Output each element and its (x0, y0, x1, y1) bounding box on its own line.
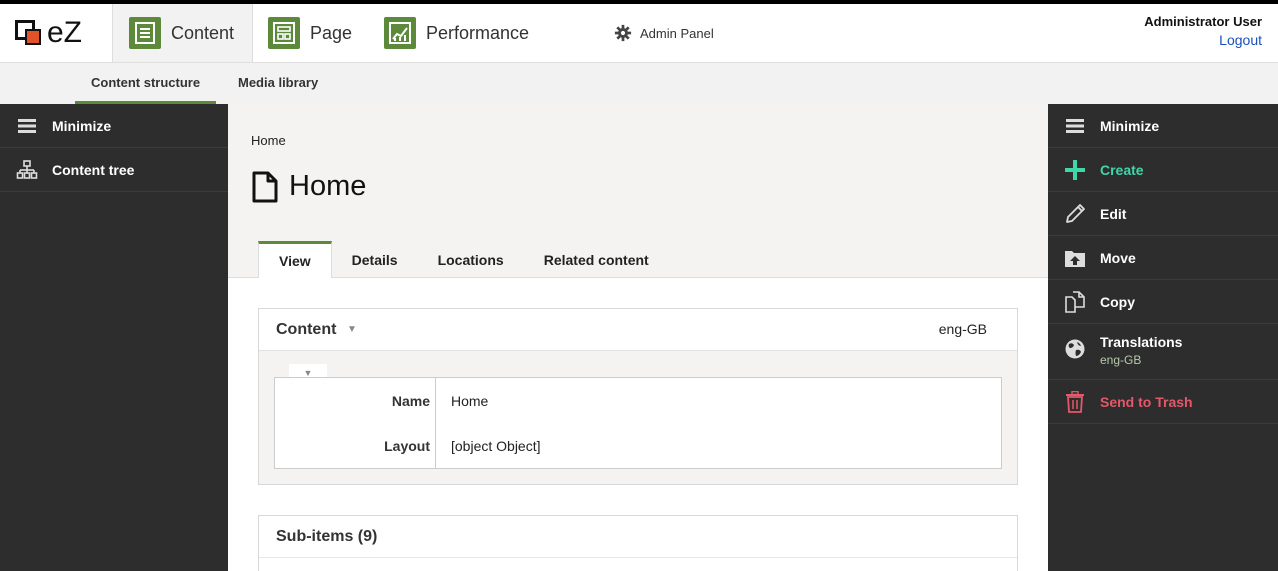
document-icon (252, 171, 278, 202)
field-value: [object Object] (451, 438, 541, 454)
field-row-layout: Layout [object Object] (275, 430, 1003, 460)
field-label: Name (391, 393, 430, 409)
language-code: eng-GB (938, 321, 987, 337)
content-tree-button[interactable]: Content tree (0, 148, 228, 192)
trash-icon (1064, 390, 1086, 413)
folder-move-icon (1064, 247, 1086, 269)
fields-table: Name Home Layout [object Object] (274, 377, 1002, 469)
breadcrumb[interactable]: Home (251, 133, 286, 148)
content-tree-label: Content tree (52, 161, 135, 178)
logo-square-orange (25, 29, 41, 45)
chevron-down-icon: ▼ (347, 324, 357, 335)
right-minimize-label: Minimize (1100, 117, 1160, 134)
copy-label: Copy (1100, 293, 1135, 310)
left-sidebar: Minimize Content tree (0, 104, 228, 571)
performance-icon (384, 17, 416, 49)
move-button[interactable]: Move (1048, 236, 1278, 280)
tab-related-content[interactable]: Related content (524, 241, 669, 278)
right-sidebar: Minimize Create Edit Move Copy Translati… (1048, 104, 1278, 571)
page-title: Home (289, 170, 367, 202)
nav-tab-label: Performance (426, 22, 530, 43)
admin-panel-link[interactable]: Admin Panel (614, 24, 714, 42)
tab-content-area: Content ▼ eng-GB ▼ Name Home Layout [obj… (228, 278, 1048, 571)
pencil-icon (1064, 203, 1086, 225)
ez-logo[interactable]: eZ (14, 16, 94, 50)
logo-text: eZ (47, 16, 83, 49)
page-title-row: Home (251, 170, 366, 203)
main-content: Home Home View Details Locations Related… (228, 104, 1048, 571)
nav-tab-label: Content (171, 22, 235, 43)
tree-icon (16, 159, 38, 181)
field-label: Layout (384, 438, 430, 454)
gear-icon (614, 24, 632, 42)
tab-details[interactable]: Details (332, 241, 418, 278)
left-minimize-label: Minimize (52, 117, 112, 134)
subitems-panel: Sub-items (9) (258, 515, 1018, 571)
content-panel-title: Content (276, 321, 337, 338)
tab-locations[interactable]: Locations (418, 241, 524, 278)
nav-tab-label: Page (310, 22, 353, 43)
globe-icon (1064, 338, 1086, 360)
send-to-trash-button[interactable]: Send to Trash (1048, 380, 1278, 424)
field-row-name: Name Home (275, 385, 1003, 415)
tab-view[interactable]: View (258, 241, 332, 278)
content-tabs: View Details Locations Related content (258, 241, 669, 278)
content-panel-header[interactable]: Content ▼ eng-GB (259, 309, 1017, 351)
content-panel: Content ▼ eng-GB ▼ Name Home Layout [obj… (258, 308, 1018, 485)
field-value: Home (451, 393, 489, 409)
copy-icon (1064, 290, 1086, 313)
edit-label: Edit (1100, 205, 1127, 222)
hamburger-icon (16, 115, 38, 137)
copy-button[interactable]: Copy (1048, 280, 1278, 324)
left-minimize-button[interactable]: Minimize (0, 104, 228, 148)
edit-button[interactable]: Edit (1048, 192, 1278, 236)
translations-button[interactable]: Translations eng-GB (1048, 324, 1278, 380)
logout-link[interactable]: Logout (1144, 32, 1262, 48)
translations-label: Translations (1100, 334, 1183, 350)
sub-navigation: Content structure Media library (0, 62, 1278, 104)
create-label: Create (1100, 161, 1144, 178)
page-icon (268, 17, 300, 49)
subnav-media-library[interactable]: Media library (222, 63, 334, 104)
app-header: eZ Content Page Performance Admin Panel … (0, 4, 1278, 62)
plus-icon (1064, 159, 1086, 181)
nav-tab-performance[interactable]: Performance (384, 4, 529, 62)
subnav-content-structure[interactable]: Content structure (75, 63, 217, 104)
admin-panel-label: Admin Panel (640, 25, 714, 41)
subitems-panel-header[interactable]: Sub-items (9) (259, 516, 1017, 558)
right-minimize-button[interactable]: Minimize (1048, 104, 1278, 148)
content-icon (129, 17, 161, 49)
create-button[interactable]: Create (1048, 148, 1278, 192)
nav-tab-page[interactable]: Page (268, 4, 352, 62)
translations-language: eng-GB (1100, 353, 1142, 367)
hamburger-icon (1064, 115, 1086, 137)
subitems-panel-title: Sub-items (9) (276, 528, 378, 545)
move-label: Move (1100, 249, 1136, 266)
user-box: Administrator User Logout (1144, 14, 1262, 48)
user-name: Administrator User (1144, 14, 1262, 29)
nav-tab-content[interactable]: Content (112, 4, 253, 62)
send-to-trash-label: Send to Trash (1100, 393, 1193, 410)
